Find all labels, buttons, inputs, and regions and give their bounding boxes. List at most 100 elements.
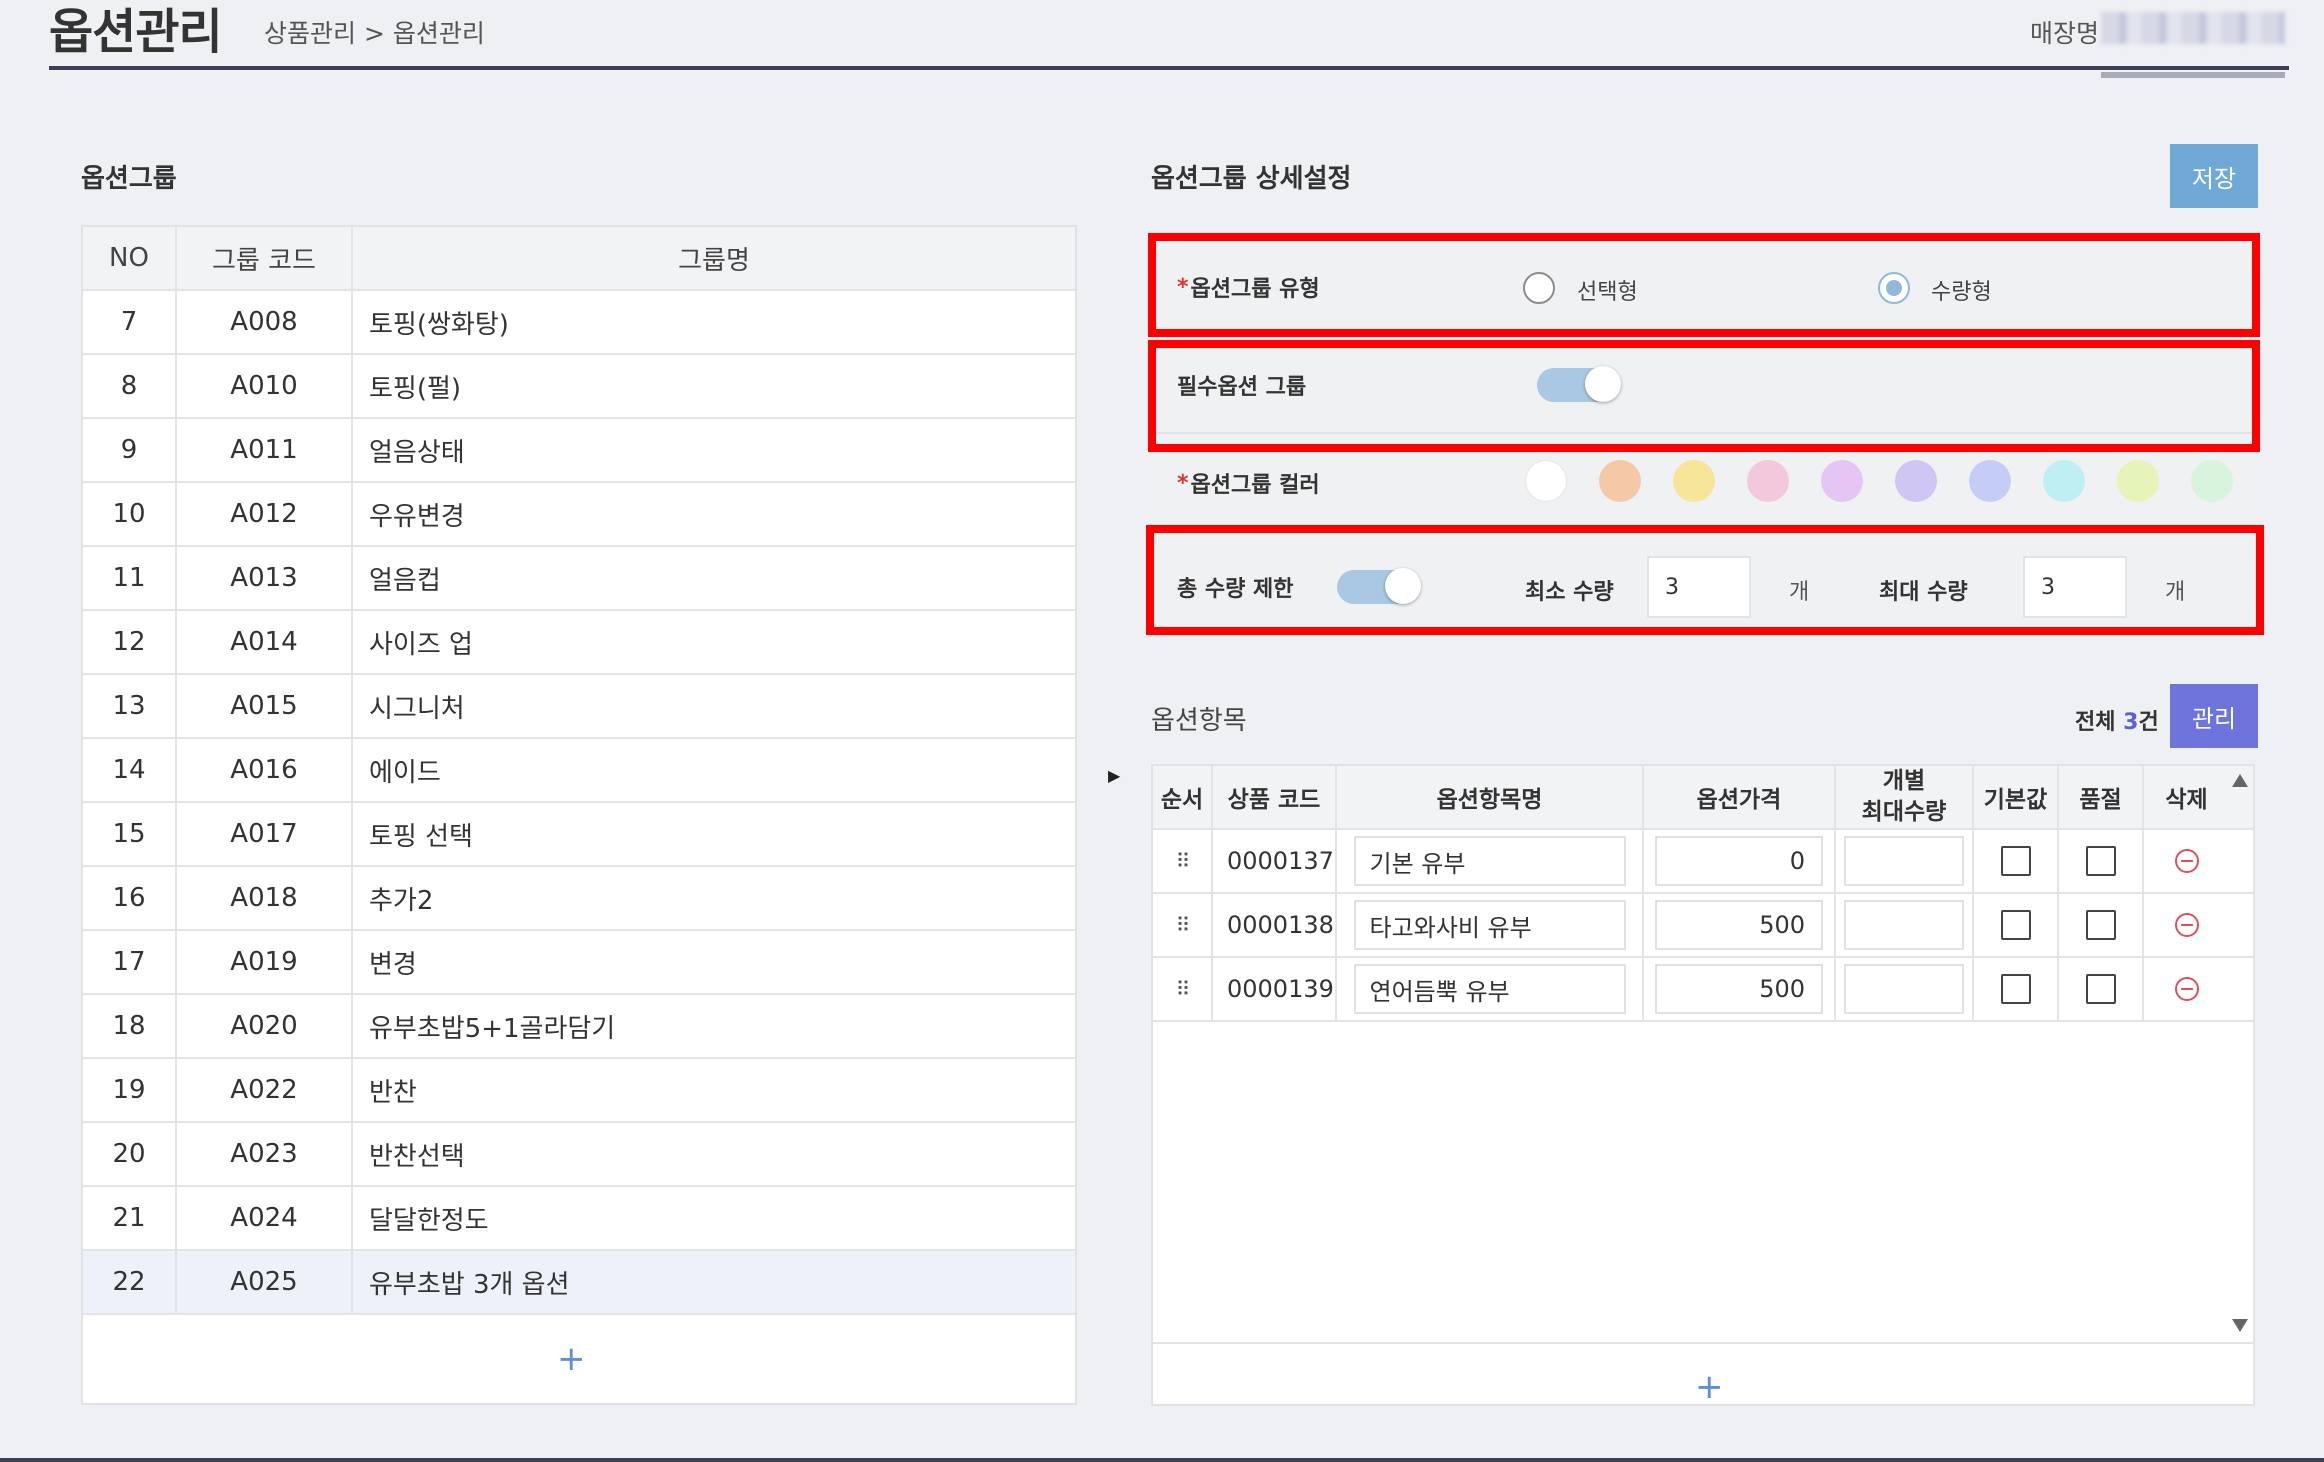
color-swatch[interactable]: [1673, 460, 1715, 502]
group-row[interactable]: 12 A014 사이즈 업: [83, 611, 1075, 675]
group-row[interactable]: 10 A012 우유변경: [83, 483, 1075, 547]
item-rows: ⠿ 0000137 기본 유부 0 ⠿ 0000138 타고와사비 유부 500 ⠿ 000013…: [1153, 830, 2253, 1022]
color-swatch[interactable]: [1747, 460, 1789, 502]
item-price-input[interactable]: 500: [1655, 900, 1823, 950]
item-row: ⠿ 0000139 연어듬뿍 유부 500: [1153, 958, 2253, 1022]
group-row[interactable]: 20 A023 반찬선택: [83, 1123, 1075, 1187]
group-row[interactable]: 14 A016 에이드: [83, 739, 1075, 803]
item-row: ⠿ 0000138 타고와사비 유부 500: [1153, 894, 2253, 958]
group-table: NO 그룹 코드 그룹명 7 A008 토핑(쌍화탕) 8 A010 토핑(펄) 9 A011…: [81, 225, 1077, 1405]
item-name-input[interactable]: 타고와사비 유부: [1353, 900, 1626, 950]
group-code: A024: [177, 1187, 353, 1249]
group-row[interactable]: 9 A011 얼음상태: [83, 419, 1075, 483]
group-row[interactable]: 11 A013 얼음컵: [83, 547, 1075, 611]
col-group-code: 그룹 코드: [177, 227, 353, 289]
color-swatch[interactable]: [1821, 460, 1863, 502]
add-group-button[interactable]: +: [557, 1342, 586, 1376]
collapse-arrow-icon[interactable]: ▶: [1108, 766, 1120, 785]
item-table-header: 순서 상품 코드 옵션항목명 옵션가격 개별 최대수량 기본값 품절 삭제: [1153, 766, 2253, 830]
soldout-checkbox[interactable]: [2085, 846, 2116, 876]
group-no: 10: [83, 483, 177, 545]
drag-handle-icon[interactable]: ⠿: [1176, 851, 1191, 871]
item-max-input[interactable]: [1844, 836, 1964, 886]
group-name: 토핑(쌍화탕): [369, 309, 509, 340]
group-no: 20: [83, 1123, 177, 1185]
delete-minus-icon[interactable]: [2174, 849, 2199, 873]
required-mark: *: [1177, 470, 1189, 496]
group-code: A008: [177, 291, 353, 353]
group-name: 우유변경: [369, 501, 465, 532]
items-section-title: 옵션항목: [1151, 706, 1247, 736]
col-product-code: 상품 코드: [1213, 766, 1337, 828]
item-price-input[interactable]: 500: [1655, 964, 1823, 1014]
group-row[interactable]: 21 A024 달달한정도: [83, 1187, 1075, 1251]
item-footer-divider: [1153, 1342, 2253, 1344]
color-swatch[interactable]: [2191, 460, 2233, 502]
delete-minus-icon[interactable]: [2174, 913, 2199, 937]
group-no: 19: [83, 1059, 177, 1121]
group-name: 반찬선택: [369, 1141, 465, 1172]
item-row: ⠿ 0000137 기본 유부 0: [1153, 830, 2253, 894]
group-row[interactable]: 13 A015 시그니처: [83, 675, 1075, 739]
highlight-required-group: [1148, 340, 2260, 452]
item-max-input[interactable]: [1844, 964, 1964, 1014]
group-no: 8: [83, 355, 177, 417]
group-row[interactable]: 17 A019 변경: [83, 931, 1075, 995]
group-row[interactable]: 22 A025 유부초밥 3개 옵션: [83, 1251, 1075, 1315]
group-code: A014: [177, 611, 353, 673]
store-underline: [2101, 72, 2285, 78]
group-section-title: 옵션그룹: [81, 164, 177, 194]
item-name-input[interactable]: 연어듬뿍 유부: [1353, 964, 1626, 1014]
group-name: 얼음컵: [369, 565, 441, 596]
store-name-redacted[interactable]: [2101, 12, 2285, 44]
scroll-up-icon[interactable]: [2232, 774, 2248, 787]
group-row[interactable]: 16 A018 추가2: [83, 867, 1075, 931]
color-swatch[interactable]: [1895, 460, 1937, 502]
item-max-input[interactable]: [1844, 900, 1964, 950]
group-no: 7: [83, 291, 177, 353]
color-swatch[interactable]: [1969, 460, 2011, 502]
group-row[interactable]: 8 A010 토핑(펄): [83, 355, 1075, 419]
default-checkbox[interactable]: [2000, 910, 2031, 940]
col-item-name: 옵션항목명: [1337, 766, 1644, 828]
item-scrollbar[interactable]: [2226, 766, 2254, 1338]
group-no: 12: [83, 611, 177, 673]
color-swatch[interactable]: [1599, 460, 1641, 502]
delete-minus-icon[interactable]: [2174, 977, 2199, 1001]
group-code: A018: [177, 867, 353, 929]
manage-button[interactable]: 관리: [2170, 684, 2258, 748]
color-swatch[interactable]: [2117, 460, 2159, 502]
group-name: 변경: [369, 949, 417, 980]
group-row[interactable]: 15 A017 토핑 선택: [83, 803, 1075, 867]
group-table-header: NO 그룹 코드 그룹명: [83, 227, 1075, 291]
default-checkbox[interactable]: [2000, 974, 2031, 1004]
group-code: A015: [177, 675, 353, 737]
group-name: 시그니처: [369, 693, 465, 724]
item-name-input[interactable]: 기본 유부: [1353, 836, 1626, 886]
save-button[interactable]: 저장: [2170, 144, 2258, 208]
bottom-rule: [0, 1458, 2324, 1462]
soldout-checkbox[interactable]: [2085, 974, 2116, 1004]
group-code: A023: [177, 1123, 353, 1185]
item-price-input[interactable]: 0: [1655, 836, 1823, 886]
scroll-down-icon[interactable]: [2232, 1319, 2248, 1332]
soldout-checkbox[interactable]: [2085, 910, 2116, 940]
group-name: 토핑 선택: [369, 821, 473, 852]
group-no: 15: [83, 803, 177, 865]
col-price: 옵션가격: [1644, 766, 1836, 828]
add-item-button[interactable]: +: [1695, 1370, 1724, 1404]
drag-handle-icon[interactable]: ⠿: [1176, 979, 1191, 999]
group-row[interactable]: 7 A008 토핑(쌍화탕): [83, 291, 1075, 355]
store-label: 매장명: [2029, 19, 2099, 48]
group-row[interactable]: 18 A020 유부초밥5+1골라담기: [83, 995, 1075, 1059]
drag-handle-icon[interactable]: ⠿: [1176, 915, 1191, 935]
group-row[interactable]: 19 A022 반찬: [83, 1059, 1075, 1123]
group-no: 21: [83, 1187, 177, 1249]
group-code: A025: [177, 1251, 353, 1313]
color-swatch[interactable]: [2043, 460, 2085, 502]
default-checkbox[interactable]: [2000, 846, 2031, 876]
group-code: A019: [177, 931, 353, 993]
detail-section-title: 옵션그룹 상세설정: [1151, 164, 1352, 194]
color-swatch[interactable]: [1525, 460, 1567, 502]
col-default: 기본값: [1974, 766, 2059, 828]
